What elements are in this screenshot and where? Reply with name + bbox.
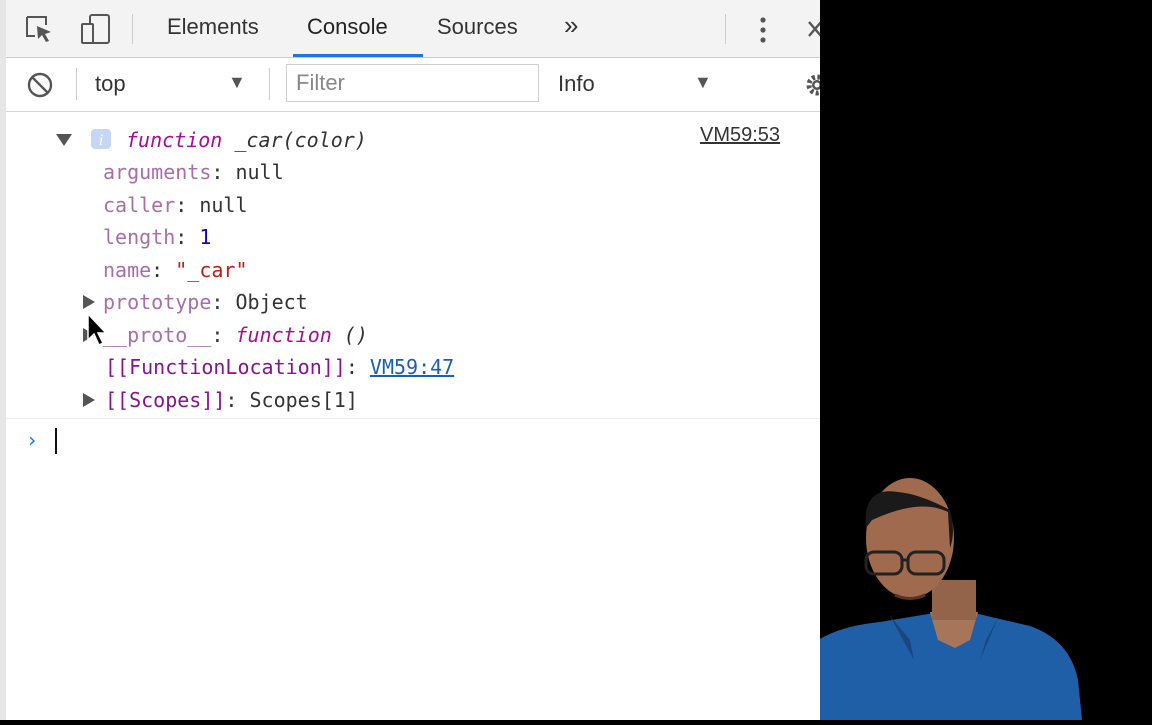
property-row[interactable]: prototype: Object [103,288,308,316]
expand-triangle-icon[interactable] [83,295,95,309]
property-key: __proto__ [103,323,212,347]
property-value: () [343,323,368,347]
collapse-triangle-icon[interactable] [56,134,72,146]
function-keyword: function [126,128,223,152]
console-divider [6,418,820,419]
info-icon: i [90,128,112,155]
function-location-link[interactable]: VM59:47 [370,355,454,379]
log-header[interactable]: function _car(color) [126,126,367,154]
filter-input[interactable] [286,64,539,102]
property-value: Scopes[1] [249,388,358,412]
property-key: [[Scopes]] [105,388,226,412]
context-selector[interactable]: top [95,71,126,97]
more-tabs-button[interactable]: » [564,10,578,41]
toolbar-separator [76,68,77,100]
active-tab-indicator [293,54,423,57]
property-row: name: "_car" [103,258,248,282]
close-icon[interactable] [806,19,820,44]
property-key: [[FunctionLocation]] [105,355,346,379]
chevron-down-icon[interactable]: ▼ [228,72,246,93]
function-signature: _car(color) [234,128,367,152]
devtools-tab-bar: Elements Console Sources » [6,0,820,58]
property-key: length [103,225,176,249]
prompt-chevron-icon: › [26,428,39,452]
tab-separator [132,14,133,44]
tab-sources[interactable]: Sources [437,14,518,40]
svg-text:i: i [99,132,103,149]
mouse-pointer-icon [86,312,110,353]
inspect-element-icon[interactable] [24,14,54,49]
property-row: length: 1 [103,225,212,249]
tab-elements[interactable]: Elements [167,14,259,40]
property-value: null [199,193,248,217]
clear-console-icon[interactable] [26,71,54,104]
property-row[interactable]: [[Scopes]]: Scopes[1] [105,386,358,414]
expand-triangle-icon[interactable] [83,393,95,407]
property-value: Object [235,290,308,314]
property-value: 1 [199,225,212,249]
tab-separator [725,14,726,44]
property-row: [[FunctionLocation]]: VM59:47 [105,355,455,379]
devtools-panel: Elements Console Sources » top ▼ Filter … [0,0,820,720]
property-key: arguments [103,160,212,184]
property-key: caller [103,193,176,217]
webcam-overlay [780,0,1152,720]
console-output: i function _car(color) VM59:53 arguments… [6,112,820,720]
console-input-caret[interactable] [55,428,57,454]
source-link[interactable]: VM59:53 [700,124,780,147]
property-row: caller: null [103,193,248,217]
console-toolbar: top ▼ Info ▼ [6,58,820,112]
log-level-selector[interactable]: Info [558,71,595,97]
property-value-keyword: function [235,323,332,347]
more-vert-icon[interactable] [757,16,769,49]
property-key: name [103,258,152,282]
settings-gear-icon[interactable] [804,72,820,103]
property-row[interactable]: __proto__: function () [103,321,368,349]
chevron-down-icon[interactable]: ▼ [694,72,712,93]
presenter-video [780,0,1152,720]
toolbar-separator [269,68,270,100]
tab-console[interactable]: Console [307,14,388,40]
property-row: arguments: null [103,160,284,184]
property-key: prototype [103,290,212,314]
property-value: "_car" [175,258,248,282]
property-value: null [235,160,284,184]
device-toolbar-icon[interactable] [79,12,113,51]
